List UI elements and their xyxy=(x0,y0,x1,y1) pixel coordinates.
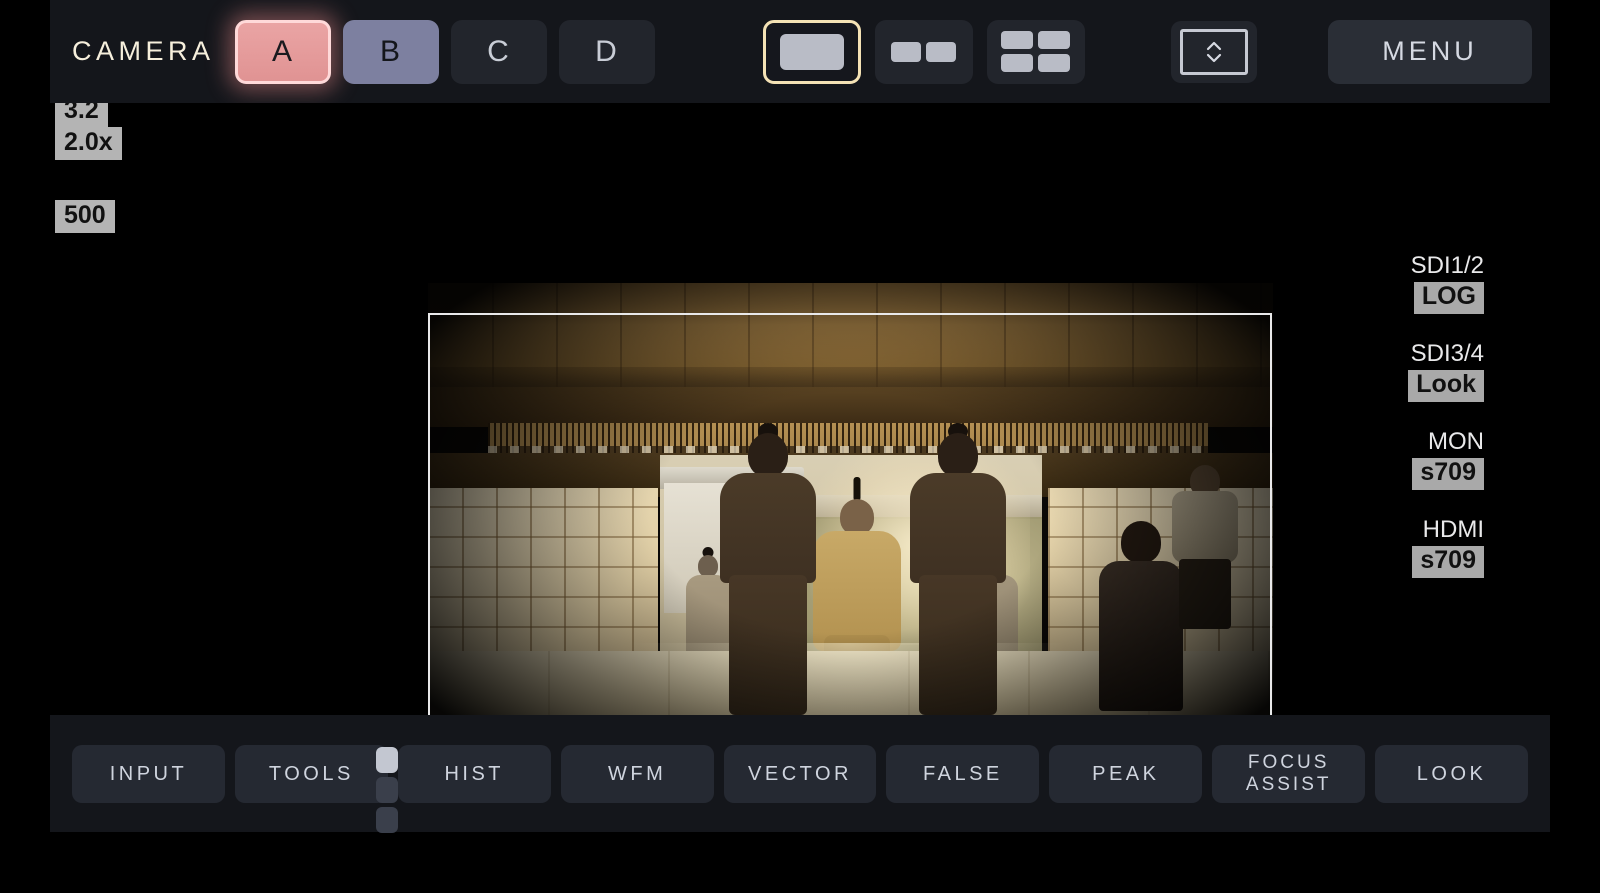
robe-lower xyxy=(729,575,807,715)
tool-button-input[interactable]: INPUT xyxy=(72,744,225,803)
tool-button-tools[interactable]: TOOLS xyxy=(234,744,388,803)
pane-glyph-row xyxy=(1001,31,1071,49)
robe-shoulders xyxy=(910,473,1006,583)
pane-glyph-row xyxy=(1001,54,1071,72)
trousers xyxy=(1179,559,1231,629)
ceiling-beam xyxy=(428,387,1273,427)
output-sdi34-label: SDI3/4 xyxy=(1410,340,1484,367)
head xyxy=(1121,521,1161,563)
single-pane-layout-icon[interactable] xyxy=(762,19,861,84)
tool-button-look[interactable]: LOOK xyxy=(1375,744,1529,803)
output-sdi12-value: LOG xyxy=(1413,282,1484,314)
top-toolbar: CAMERA A B C D MENU xyxy=(50,0,1550,103)
pane-glyph xyxy=(926,41,957,62)
camera-button-b[interactable]: B xyxy=(342,19,439,84)
pane-glyph xyxy=(1001,31,1034,49)
output-sdi34: SDI3/4 Look xyxy=(1284,341,1484,402)
pane-glyph-group xyxy=(1001,31,1071,72)
tool-button-hist[interactable]: HIST xyxy=(397,744,551,803)
pane-glyph xyxy=(1038,31,1071,49)
shirt xyxy=(1172,491,1238,563)
tool-button-vector-label: VECTOR xyxy=(748,762,852,785)
tool-button-look-label: LOOK xyxy=(1416,762,1487,785)
tool-button-wfm[interactable]: WFM xyxy=(560,744,714,803)
page-indicator-dot-2[interactable] xyxy=(376,777,398,803)
robe-lower xyxy=(919,575,997,715)
camera-button-d[interactable]: D xyxy=(558,19,655,84)
menu-button-label: MENU xyxy=(1382,36,1478,66)
eboshi-hat xyxy=(853,477,861,501)
tool-button-focus-assist-line1: FOCUS xyxy=(1247,751,1330,773)
expand-collapse-icon xyxy=(1179,28,1248,75)
camera-control-app: CAMERA A B C D MENU 3.2 2.0x 500 SDI1/2 … xyxy=(0,0,1600,893)
page-indicator-dot-1[interactable] xyxy=(376,747,398,773)
crew-figure-standing xyxy=(1170,465,1240,629)
tool-button-hist-label: HIST xyxy=(444,762,504,785)
output-sdi12: SDI1/2 LOG xyxy=(1284,253,1484,314)
output-mon-label: MON xyxy=(1428,428,1484,455)
shutter-badge: 500 xyxy=(55,200,115,233)
tool-button-vector[interactable]: VECTOR xyxy=(723,744,877,803)
output-hdmi: HDMI s709 xyxy=(1284,517,1484,578)
two-pane-layout-icon[interactable] xyxy=(874,19,973,84)
aperture-badge: 3.2 xyxy=(55,103,108,128)
pane-glyph-group xyxy=(891,41,957,62)
head xyxy=(748,433,788,477)
camera-button-b-label: B xyxy=(380,34,402,68)
expand-collapse-button[interactable] xyxy=(1170,20,1257,83)
tool-button-peak-label: PEAK xyxy=(1092,762,1160,785)
camera-button-c[interactable]: C xyxy=(450,19,547,84)
foreground-figure-left xyxy=(718,423,818,715)
camera-button-a[interactable]: A xyxy=(234,19,331,84)
output-sdi12-label: SDI1/2 xyxy=(1410,252,1484,279)
output-mon: MON s709 xyxy=(1284,429,1484,490)
output-sdi34-value: Look xyxy=(1408,370,1484,402)
camera-button-a-label: A xyxy=(272,34,294,68)
head xyxy=(698,555,718,577)
pane-glyph xyxy=(779,33,844,70)
pane-glyph xyxy=(1001,54,1034,72)
robe-shoulders xyxy=(720,473,816,583)
output-hdmi-label: HDMI xyxy=(1422,516,1484,543)
quad-pane-layout-icon[interactable] xyxy=(986,19,1085,84)
video-preview[interactable]: 3.2 2.0x 500 SDI1/2 LOG SDI3/4 Look MON … xyxy=(50,103,1550,715)
tool-button-focus-assist[interactable]: FOCUS ASSIST xyxy=(1212,744,1366,803)
output-format-overlay: SDI1/2 LOG SDI3/4 Look MON s709 HDMI s70… xyxy=(1284,253,1484,605)
page-indicator[interactable] xyxy=(376,747,398,833)
tool-button-wfm-label: WFM xyxy=(607,762,667,785)
ceiling xyxy=(428,283,1273,403)
page-indicator-dot-3[interactable] xyxy=(376,807,398,833)
camera-button-c-label: C xyxy=(487,34,510,68)
kimono xyxy=(813,531,901,651)
tool-button-peak[interactable]: PEAK xyxy=(1049,744,1203,803)
tool-button-input-label: INPUT xyxy=(109,762,188,785)
pane-glyph xyxy=(1038,54,1071,72)
tool-button-focus-assist-line2: ASSIST xyxy=(1245,773,1332,795)
tool-button-false-label: FALSE xyxy=(923,762,1003,785)
menu-button[interactable]: MENU xyxy=(1328,19,1532,84)
camera-label: CAMERA xyxy=(72,36,215,66)
chevron-up-down-icon xyxy=(1206,41,1221,62)
head xyxy=(840,499,874,535)
camera-button-d-label: D xyxy=(595,34,618,68)
live-video-feed xyxy=(428,283,1273,715)
layout-selector xyxy=(762,19,1099,84)
transom-lattice xyxy=(488,423,1208,453)
tool-button-false[interactable]: FALSE xyxy=(886,744,1040,803)
zoom-badge: 2.0x xyxy=(55,127,122,160)
output-mon-value: s709 xyxy=(1412,458,1484,490)
output-hdmi-value: s709 xyxy=(1412,546,1484,578)
tool-button-tools-label: TOOLS xyxy=(268,762,354,785)
head xyxy=(938,433,978,477)
bottom-toolbar: INPUT TOOLS HIST WFM VECTOR FALSE PEAK F… xyxy=(50,715,1550,832)
pane-glyph xyxy=(891,41,922,62)
foreground-figure-right xyxy=(908,423,1008,715)
